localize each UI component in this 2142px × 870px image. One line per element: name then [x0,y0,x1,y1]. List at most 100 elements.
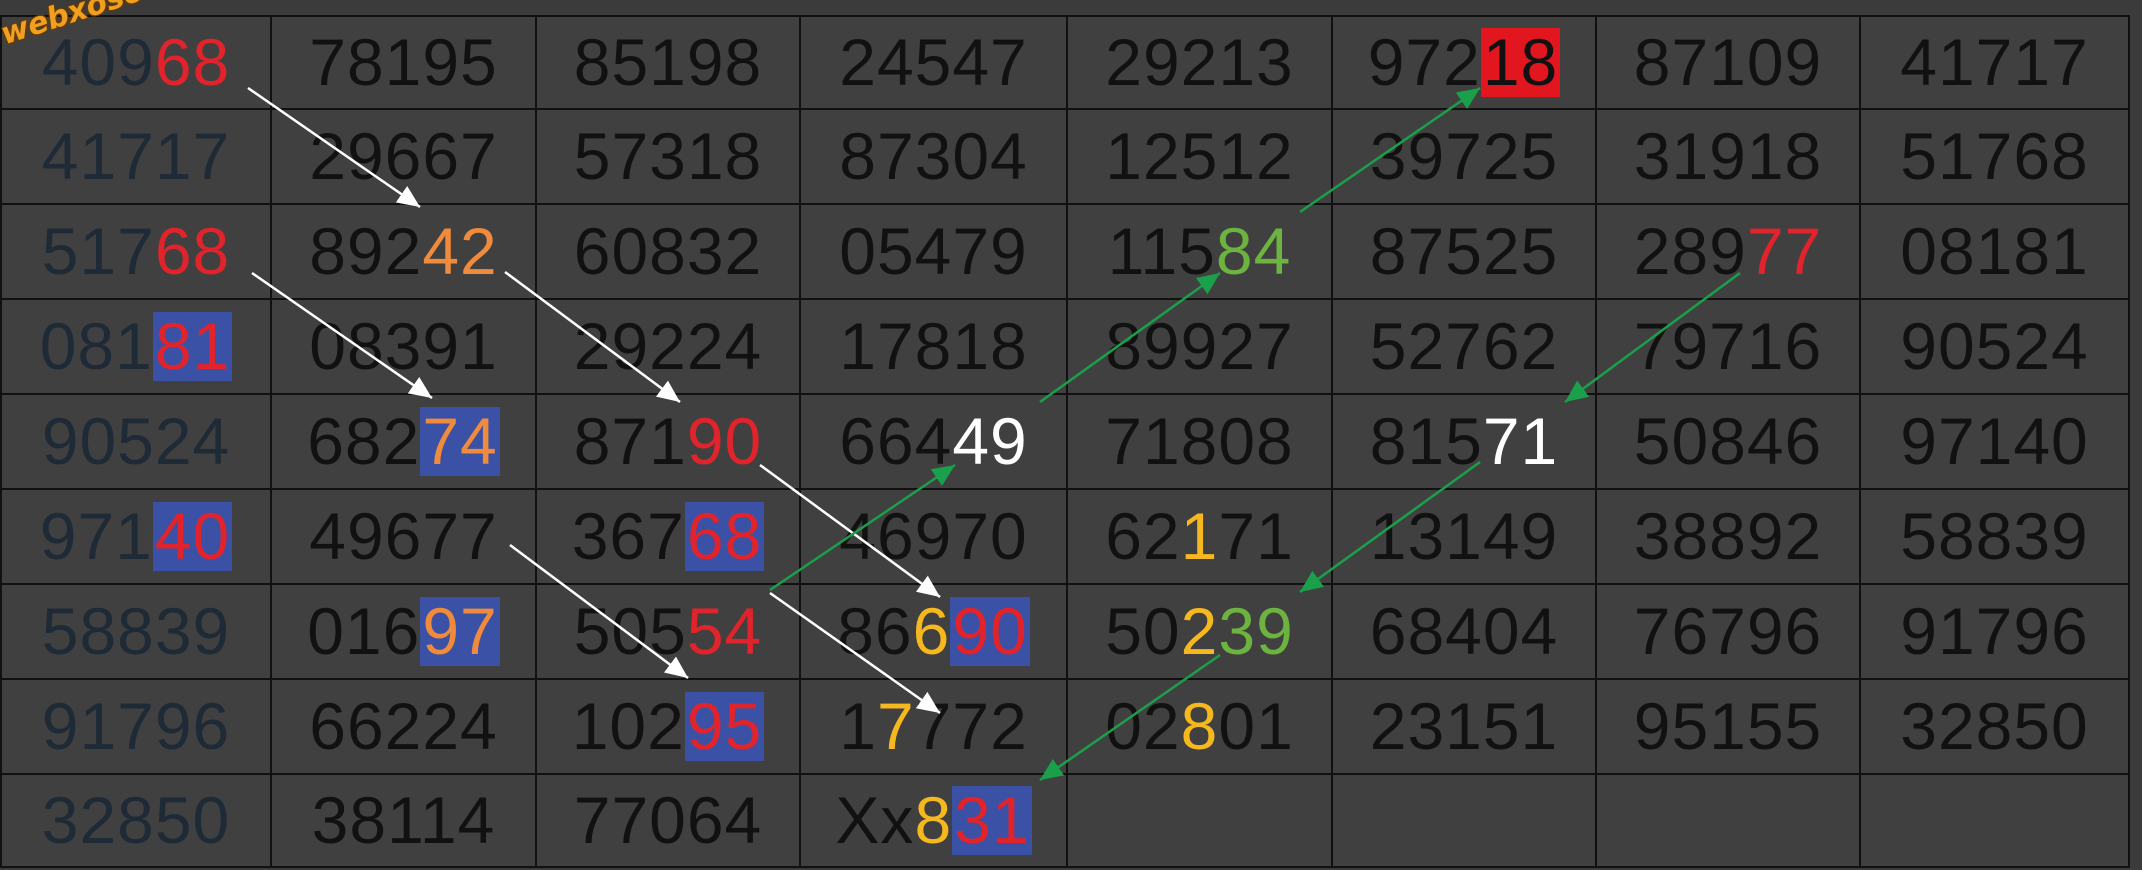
result-cell-r4-c1: 682 74 [272,395,537,490]
result-cell-r5-c5: 13149 [1333,490,1597,585]
highlighted-digits: 90 [950,593,1030,668]
digits: 57318 [573,118,763,193]
digits: 87109 [1633,24,1823,99]
result-cell-r6-c5: 68404 [1333,585,1597,680]
digits: 58839 [41,593,231,668]
highlighted-digits: 31 [952,782,1032,857]
result-cell-r8-c5 [1333,775,1597,868]
colored-digits: 8 [1180,688,1219,763]
digits: 17818 [839,308,1028,383]
digits: 367 [571,498,685,573]
result-cell-r2-c6: 289 77 [1597,205,1861,300]
digits: 38114 [311,782,496,857]
result-cell-r4-c2: 871 90 [537,395,801,490]
result-cell-r4-c5: 815 71 [1333,395,1597,490]
result-cell-r8-c2: 77064 [537,775,801,868]
result-cell-r5-c6: 38892 [1597,490,1861,585]
result-cell-r5-c2: 367 68 [537,490,801,585]
result-cell-r3-c5: 52762 [1333,300,1597,395]
colored-digits: 42 [422,213,498,288]
result-cell-r0-c1: 78195 [272,15,537,110]
result-cell-r6-c6: 76796 [1597,585,1861,680]
digits: 972 [1367,24,1481,99]
result-cell-r5-c3: 46970 [801,490,1068,585]
result-cell-r3-c7: 90524 [1861,300,2130,395]
digits: 97140 [1900,403,2089,478]
highlighted-digits: 81 [152,308,233,383]
result-cell-r5-c4: 62 1 71 [1068,490,1333,585]
digits: 871 [573,403,687,478]
digits: 32850 [41,782,231,857]
digits: 32850 [1900,688,2089,763]
result-cell-r6-c2: 505 54 [537,585,801,680]
result-cell-r8-c1: 38114 [272,775,537,868]
digits: 77064 [573,782,763,857]
result-cell-r3-c6: 79716 [1597,300,1861,395]
result-cell-r0-c4: 29213 [1068,15,1333,110]
highlighted-digits: 18 [1480,24,1561,99]
result-cell-r1-c2: 57318 [537,110,801,205]
digits: 971 [39,498,153,573]
result-cell-r7-c0: 91796 [0,680,272,775]
result-cell-r5-c0: 971 40 [0,490,272,585]
result-cell-r7-c7: 32850 [1861,680,2130,775]
highlighted-digits: 40 [152,498,233,573]
digits: 95155 [1633,688,1823,763]
result-cell-r1-c6: 31918 [1597,110,1861,205]
digits: 892 [309,213,423,288]
digits: 90524 [1900,308,2089,383]
digits: 29213 [1105,24,1294,99]
result-cell-r7-c4: 02 8 01 [1068,680,1333,775]
digits: 102 [571,688,685,763]
digits: 23151 [1369,688,1559,763]
colored-digits: 2 [1180,593,1219,668]
result-cell-r6-c7: 91796 [1861,585,2130,680]
result-cell-r7-c5: 23151 [1333,680,1597,775]
result-cell-r5-c7: 58839 [1861,490,2130,585]
result-cell-r6-c4: 50 2 39 [1068,585,1333,680]
digits: 289 [1633,213,1747,288]
colored-digits: 1 [1180,498,1219,573]
digits: 90524 [41,403,231,478]
digits: 79716 [1633,308,1823,383]
digits: 39725 [1369,118,1559,193]
colored-digits: 77 [1746,213,1823,288]
colored-digits: 71 [1482,403,1559,478]
result-cell-r0-c3: 24547 [801,15,1068,110]
digits: Xx [835,782,915,857]
result-cell-r8-c0: 32850 [0,775,272,868]
result-cell-r4-c0: 90524 [0,395,272,490]
digits: 682 [307,403,421,478]
result-cell-r3-c4: 89927 [1068,300,1333,395]
digits: 29667 [309,118,498,193]
result-cell-r2-c2: 60832 [537,205,801,300]
result-cell-r3-c1: 08391 [272,300,537,395]
result-cell-r7-c1: 66224 [272,680,537,775]
lottery-result-grid: 409 68 78195 85198 24547 29213 972 18 87109 41717… [0,0,2142,870]
digits: 58839 [1900,498,2089,573]
result-cell-r1-c5: 39725 [1333,110,1597,205]
result-cell-r3-c2: 29224 [537,300,801,395]
result-cell-r2-c3: 05479 [801,205,1068,300]
digits: 41717 [1900,24,2089,99]
digits: 46970 [839,498,1028,573]
result-cell-r4-c3: 664 49 [801,395,1068,490]
digits: 12512 [1105,118,1294,193]
digits: 517 [41,213,155,288]
digits: 49677 [309,498,498,573]
result-cell-r8-c3: Xx 8 31 [801,775,1068,868]
digits: 51768 [1900,118,2089,193]
result-cell-r2-c7: 08181 [1861,205,2130,300]
result-cell-r4-c7: 97140 [1861,395,2130,490]
digits: 66224 [309,688,498,763]
colored-digits: 6 [912,593,951,668]
digits: 91796 [1900,593,2089,668]
digits: 41717 [41,118,231,193]
digits: 91796 [41,688,231,763]
digits: 71 [1218,498,1294,573]
digits: 76796 [1633,593,1823,668]
colored-digits: 7 [876,688,915,763]
digits: 31918 [1633,118,1823,193]
digits: 85198 [573,24,763,99]
colored-digits: 84 [1215,213,1292,288]
